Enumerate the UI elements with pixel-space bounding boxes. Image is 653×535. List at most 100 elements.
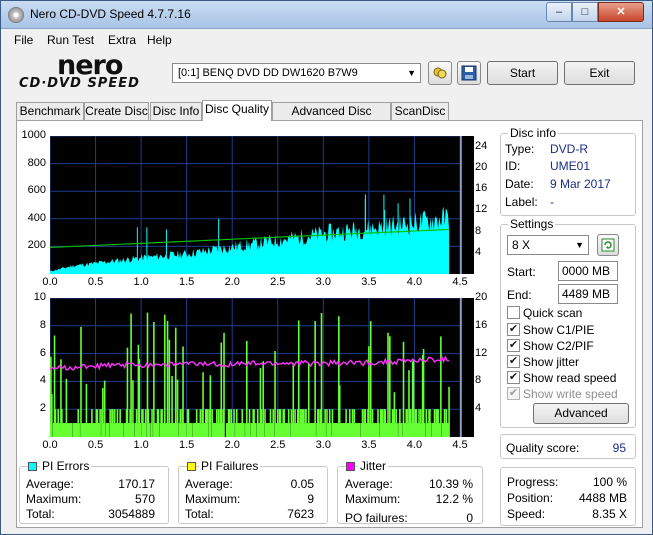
- pi-errors-maximum-value: 570: [134, 492, 155, 506]
- y-right-tick-label: 12: [475, 346, 488, 359]
- start-button[interactable]: Start: [487, 61, 558, 85]
- menu-extra[interactable]: Extra: [108, 33, 136, 47]
- jitter-maximum-value: 12.2 %: [435, 492, 473, 506]
- tab-create-disc[interactable]: Create Disc: [84, 102, 149, 120]
- disc-type-label: Type:: [505, 142, 535, 156]
- y-left-tick-label: 4: [39, 374, 46, 387]
- tab-scandisc[interactable]: ScanDisc: [391, 102, 449, 120]
- checkbox-label: Show read speed: [523, 371, 617, 385]
- menu-run-test[interactable]: Run Test: [47, 33, 94, 47]
- y-right-tick-label: 4: [475, 245, 482, 258]
- exit-button[interactable]: Exit: [564, 61, 635, 85]
- pi-errors-title: PI Errors: [40, 459, 92, 473]
- checkmark-icon: ✔: [507, 387, 520, 400]
- minimize-button[interactable]: –: [546, 2, 572, 22]
- x-tick-label: 0.0: [42, 439, 58, 451]
- pi-failures-maximum-value: 9: [307, 492, 314, 506]
- pi-failures-total-label: Total:: [185, 507, 214, 521]
- pi-failures-average-label: Average:: [185, 477, 233, 491]
- speed-label: Speed:: [507, 507, 546, 521]
- app-window: Nero CD-DVD Speed 4.7.7.16 – □ ✕ File Ru…: [0, 0, 653, 535]
- y-right-tick-label: 16: [475, 182, 488, 195]
- drive-select[interactable]: [0:1] BENQ DVD DD DW1620 B7W9 ▼: [172, 63, 421, 83]
- x-tick-label: 4.5: [452, 276, 468, 288]
- chevron-down-icon: ▼: [407, 68, 416, 78]
- x-tick-label: 0.0: [42, 276, 58, 288]
- end-input[interactable]: 4489 MB: [558, 284, 618, 304]
- x-tick-label: 3.5: [361, 439, 377, 451]
- disc-info-title: Disc info: [508, 126, 559, 140]
- refresh-button[interactable]: [428, 61, 452, 85]
- pi-failures-maximum-label: Maximum:: [185, 492, 241, 506]
- pi-errors-chart: [50, 136, 474, 274]
- tab-disc-info[interactable]: Disc Info: [150, 102, 202, 120]
- tab-benchmark[interactable]: Benchmark: [16, 102, 84, 120]
- pi-errors-swatch: [28, 462, 37, 471]
- advanced-button[interactable]: Advanced: [533, 403, 629, 424]
- x-tick-label: 0.5: [87, 276, 104, 288]
- y-left-tick-label: 200: [27, 239, 46, 252]
- speed-select-value: 8 X: [512, 238, 531, 252]
- refresh-icon: [433, 67, 447, 79]
- disc-date-value: 9 Mar 2017: [550, 177, 611, 191]
- disc-label-label: Label:: [505, 195, 538, 209]
- chart-svg-1: [50, 298, 462, 437]
- y-left-tick-label: 2: [39, 402, 46, 415]
- quality-score-value: 95: [612, 441, 626, 455]
- x-tick-label: 2.5: [270, 276, 286, 288]
- y-left-tick-label: 1000: [21, 129, 46, 141]
- y-right-tick-label: 24: [475, 139, 488, 152]
- quality-score-label: Quality score:: [506, 441, 580, 455]
- pi-failures-swatch: [187, 462, 196, 471]
- speed-refresh-button[interactable]: [597, 234, 619, 256]
- x-tick-label: 2.0: [224, 276, 240, 288]
- save-button[interactable]: [457, 61, 481, 85]
- window-title: Nero CD-DVD Speed 4.7.7.16: [30, 7, 191, 21]
- start-input[interactable]: 0000 MB: [558, 261, 618, 281]
- chevron-down-icon: ▼: [575, 240, 584, 250]
- disc-label-value: -: [550, 195, 554, 209]
- pi-failures-chart: [50, 298, 474, 437]
- checkbox-label: Quick scan: [523, 306, 583, 320]
- x-tick-label: 3.0: [315, 276, 331, 288]
- title-bar[interactable]: Nero CD-DVD Speed 4.7.7.16 – □ ✕: [1, 1, 652, 29]
- tab-disc-quality[interactable]: Disc Quality: [202, 100, 272, 121]
- y-right-tick-label: 16: [475, 318, 488, 331]
- y-right-tick-label: 12: [475, 203, 488, 216]
- po-failures-value: 0: [466, 511, 473, 525]
- pi-errors-average-label: Average:: [26, 477, 74, 491]
- close-button[interactable]: ✕: [598, 2, 644, 22]
- progress-label: Progress:: [507, 475, 559, 489]
- y-right-tick-label: 20: [475, 160, 488, 173]
- speed-select[interactable]: 8 X ▼: [507, 235, 589, 255]
- drive-select-value: [0:1] BENQ DVD DD DW1620 B7W9: [178, 67, 358, 79]
- disc-id-value: UME01: [550, 159, 591, 173]
- checkbox-label: Show C2/PIF: [523, 339, 594, 353]
- chart-svg-0: [50, 136, 462, 274]
- pi-errors-average-value: 170.17: [118, 477, 155, 491]
- position-label: Position:: [507, 491, 554, 505]
- pi-failures-bars: [50, 312, 450, 437]
- menu-file[interactable]: File: [14, 33, 33, 47]
- y-left-tick-label: 400: [27, 211, 46, 224]
- x-tick-label: 1.0: [133, 439, 149, 451]
- y-right-tick-label: 8: [475, 374, 482, 387]
- disc-date-label: Date:: [505, 177, 534, 191]
- x-tick-label: 4.0: [406, 276, 423, 288]
- disc-id-label: ID:: [505, 159, 521, 173]
- logo-cd-dvd-speed-text: CD·DVD SPEED: [19, 76, 140, 91]
- x-tick-label: 3.0: [315, 439, 331, 451]
- x-tick-label: 0.5: [87, 439, 104, 451]
- checkbox-label: Show write speed: [523, 387, 618, 401]
- progress-value: 100 %: [592, 475, 627, 489]
- menu-help[interactable]: Help: [147, 33, 172, 47]
- nero-logo: nero CD·DVD SPEED: [19, 50, 165, 92]
- save-icon: [461, 65, 477, 81]
- x-tick-label: 1.5: [179, 439, 195, 451]
- pi-errors-area: [50, 206, 450, 274]
- position-value: 4488 MB: [578, 491, 627, 505]
- settings-title: Settings: [508, 217, 556, 231]
- maximize-button[interactable]: □: [572, 2, 598, 22]
- pi-errors-total-label: Total:: [26, 507, 55, 521]
- tab-advanced-disc-quality[interactable]: Advanced Disc Quality: [272, 102, 391, 135]
